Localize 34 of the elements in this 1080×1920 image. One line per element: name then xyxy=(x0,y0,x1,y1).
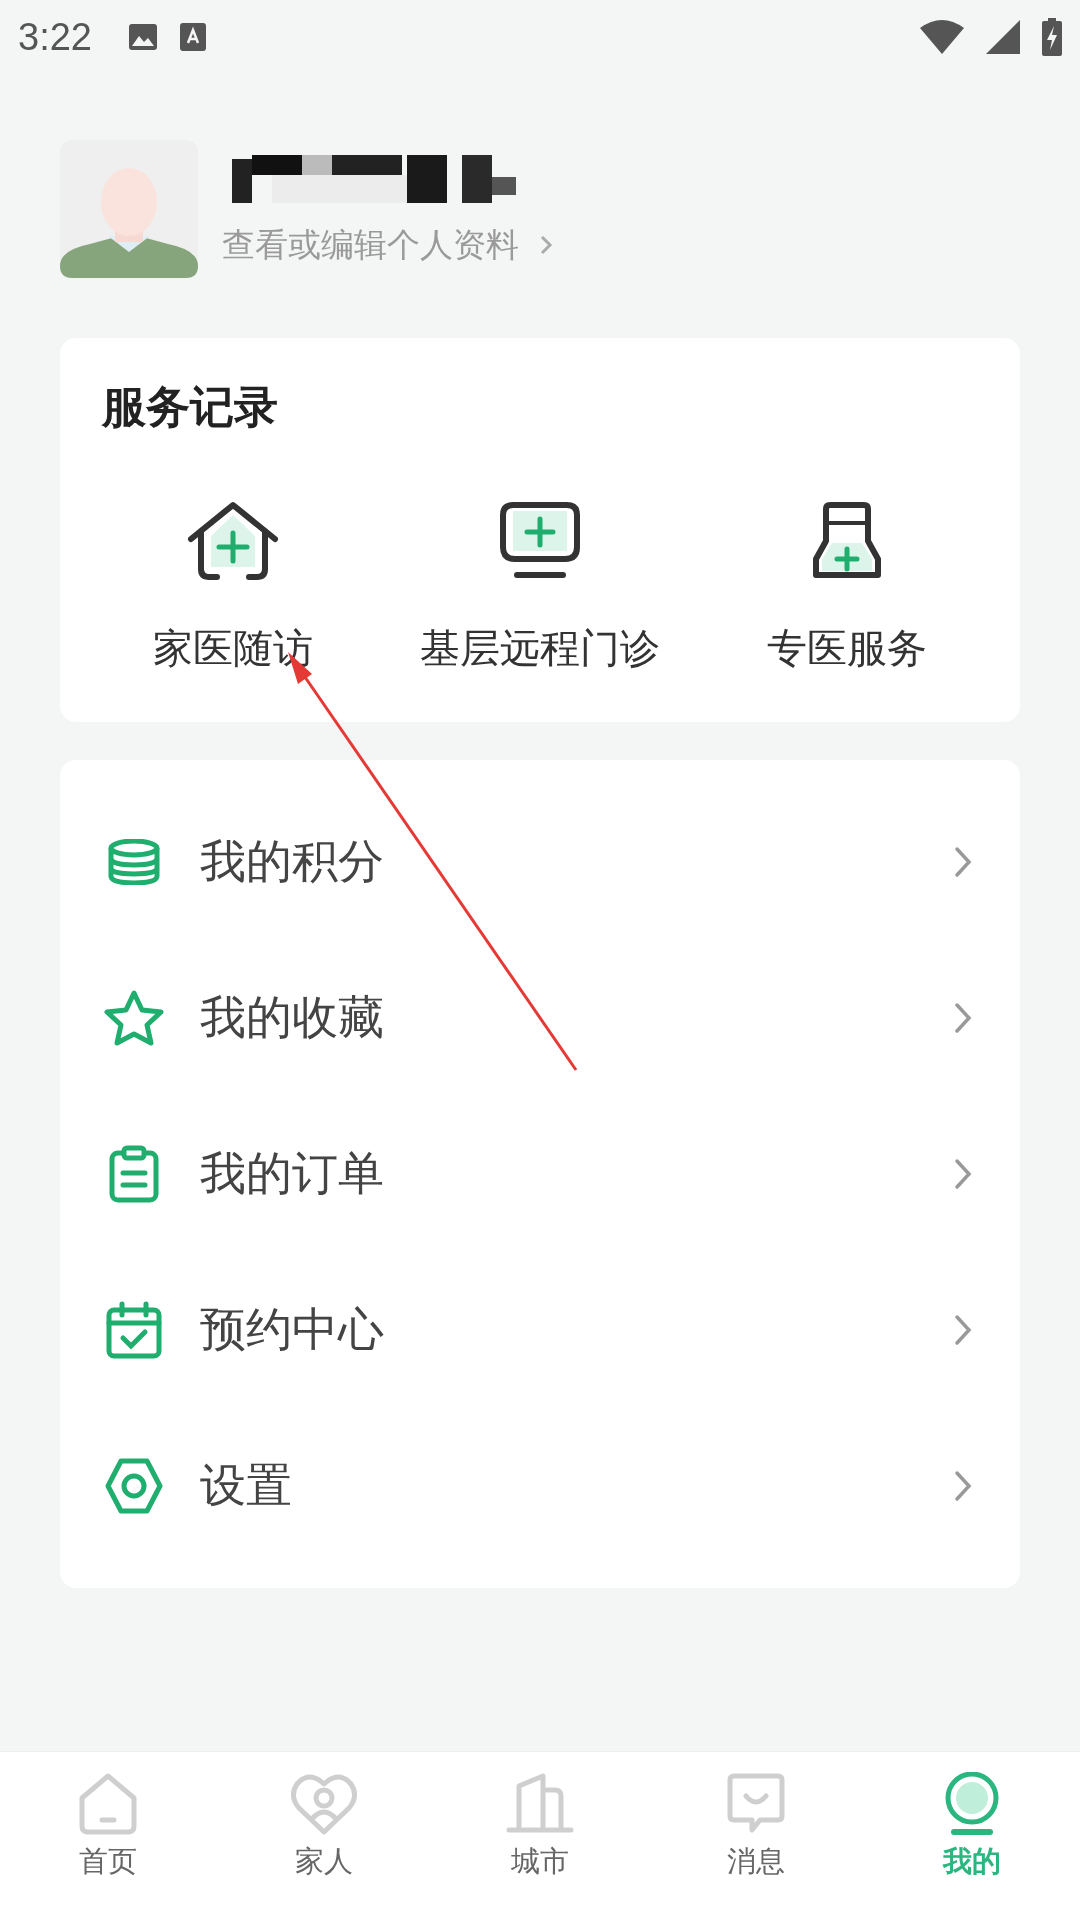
monitor-plus-icon[interactable] xyxy=(499,501,581,581)
chevron-right-icon xyxy=(954,1470,972,1502)
nav-tab[interactable]: 城市 xyxy=(432,1752,648,1920)
nav-tab[interactable]: 消息 xyxy=(648,1752,864,1920)
nav-tab[interactable]: 首页 xyxy=(0,1752,216,1920)
service-label[interactable]: 专医服务 xyxy=(766,621,927,676)
chevron-right-icon xyxy=(954,1314,972,1346)
star-icon xyxy=(104,990,164,1046)
menu-item[interactable]: 预约中心 xyxy=(60,1252,1020,1408)
menu-item[interactable]: 我的订单 xyxy=(60,1096,1020,1252)
battery-icon xyxy=(1042,18,1062,56)
calendar-check-icon xyxy=(104,1301,164,1359)
settings-icon xyxy=(104,1458,164,1514)
status-time: 3:22 xyxy=(18,15,92,59)
doctor-plus-icon[interactable] xyxy=(811,501,882,581)
image-icon xyxy=(127,23,158,51)
signal-icon xyxy=(986,20,1020,54)
building-icon xyxy=(505,1772,575,1836)
chevron-right-icon xyxy=(539,234,553,256)
section-title: 服务记录 xyxy=(102,380,279,434)
accessibility-icon xyxy=(179,23,206,51)
menu-item[interactable]: 我的积分 xyxy=(60,784,1020,940)
chevron-right-icon xyxy=(954,846,972,878)
service-label[interactable]: 基层远程门诊 xyxy=(420,621,660,676)
wifi-icon xyxy=(920,20,964,54)
nav-tab[interactable]: 家人 xyxy=(216,1752,432,1920)
service-label[interactable]: 家医随访 xyxy=(153,621,314,676)
menu-item[interactable]: 我的收藏 xyxy=(60,940,1020,1096)
chevron-right-icon xyxy=(954,1158,972,1190)
chevron-right-icon xyxy=(954,1002,972,1034)
menu-item[interactable]: 设置 xyxy=(60,1408,1020,1564)
house-plus-icon[interactable] xyxy=(187,501,280,581)
chat-icon xyxy=(726,1772,786,1836)
heart-person-icon xyxy=(291,1772,357,1836)
